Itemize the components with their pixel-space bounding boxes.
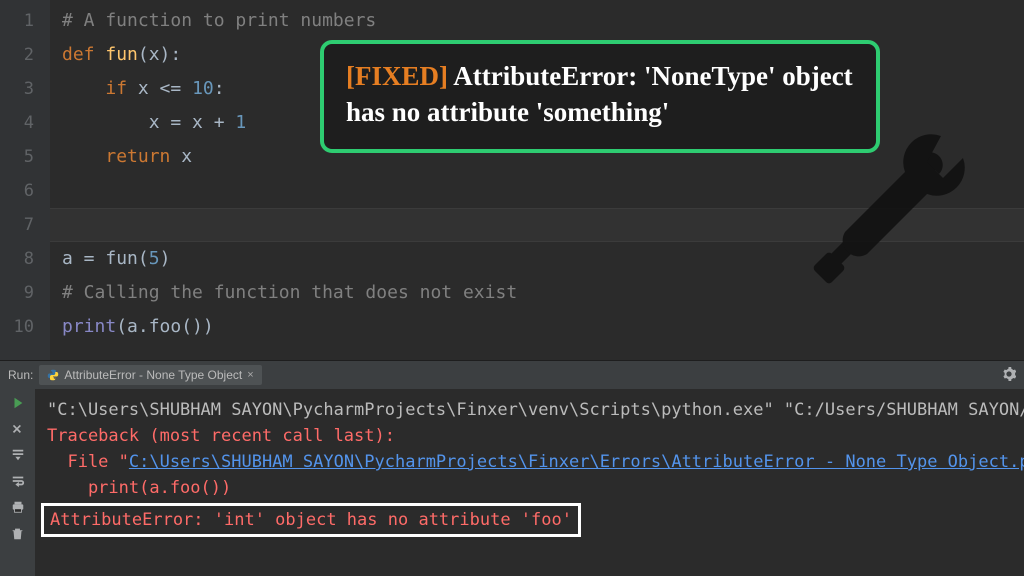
assignment: x = x + xyxy=(149,112,236,133)
run-tool-window: Run: AttributeError - None Type Object × xyxy=(0,360,1024,576)
traceback-header: Traceback (most recent call last): xyxy=(47,426,395,446)
line-number: 9 xyxy=(0,276,50,310)
keyword-if: if xyxy=(105,78,138,99)
run-panel-header: Run: AttributeError - None Type Object × xyxy=(0,361,1024,389)
line-number: 10 xyxy=(0,310,50,344)
number-literal: 5 xyxy=(149,248,160,269)
command-line: "C:\Users\SHUBHAM SAYON\PycharmProjects\… xyxy=(47,400,1024,420)
soft-wrap-icon[interactable] xyxy=(10,473,26,489)
builtin-print: print xyxy=(62,316,116,337)
console-output[interactable]: "C:\Users\SHUBHAM SAYON\PycharmProjects\… xyxy=(35,389,1024,576)
error-highlight-box: AttributeError: 'int' object has no attr… xyxy=(41,503,581,537)
scroll-down-icon[interactable] xyxy=(10,447,26,463)
line-number: 6 xyxy=(0,174,50,208)
line-number: 3 xyxy=(0,72,50,106)
paren: ( xyxy=(138,248,149,269)
function-params: (x): xyxy=(138,44,181,65)
code-comment: # A function to print numbers xyxy=(62,10,376,31)
traceback-code-line: print(a.foo()) xyxy=(47,478,231,498)
traceback-file-link[interactable]: C:\Users\SHUBHAM SAYON\PycharmProjects\F… xyxy=(129,452,1024,472)
traceback-file-prefix: File " xyxy=(47,452,129,472)
condition: x <= xyxy=(138,78,192,99)
run-configuration-tab[interactable]: AttributeError - None Type Object × xyxy=(39,365,261,385)
run-tab-title: AttributeError - None Type Object xyxy=(64,368,242,382)
print-icon[interactable] xyxy=(10,499,26,515)
number-literal: 1 xyxy=(235,112,246,133)
number-literal: 10 xyxy=(192,78,214,99)
keyword-return: return xyxy=(105,146,181,167)
code-comment: # Calling the function that does not exi… xyxy=(62,282,517,303)
trash-icon[interactable] xyxy=(10,525,26,541)
line-number: 4 xyxy=(0,106,50,140)
call-args: (a.foo()) xyxy=(116,316,214,337)
close-tab-icon[interactable]: × xyxy=(247,369,253,381)
error-message: AttributeError: 'int' object has no attr… xyxy=(50,510,572,530)
paren: ) xyxy=(160,248,171,269)
line-number: 7 xyxy=(0,208,50,242)
indent xyxy=(62,112,149,133)
function-name: fun xyxy=(105,44,138,65)
run-label: Run: xyxy=(8,368,33,382)
line-number-gutter: 1 2 3 4 5 6 7 8 9 10 xyxy=(0,0,50,360)
indent xyxy=(62,78,105,99)
return-value: x xyxy=(181,146,192,167)
line-number: 1 xyxy=(0,4,50,38)
function-call: fun xyxy=(105,248,138,269)
assignment-lhs: a = xyxy=(62,248,105,269)
line-number: 2 xyxy=(0,38,50,72)
stop-icon[interactable] xyxy=(10,421,26,437)
line-number: 8 xyxy=(0,242,50,276)
line-number: 5 xyxy=(0,140,50,174)
python-file-icon xyxy=(47,369,59,381)
title-callout: [FIXED] AttributeError: 'NoneType' objec… xyxy=(320,40,880,153)
run-toolbar xyxy=(0,389,35,576)
colon: : xyxy=(214,78,225,99)
rerun-icon[interactable] xyxy=(10,395,26,411)
gear-icon[interactable] xyxy=(1002,367,1016,384)
indent xyxy=(62,146,105,167)
callout-text: [FIXED] AttributeError: 'NoneType' objec… xyxy=(346,58,854,131)
callout-prefix: [FIXED] xyxy=(346,61,448,91)
keyword-def: def xyxy=(62,44,105,65)
